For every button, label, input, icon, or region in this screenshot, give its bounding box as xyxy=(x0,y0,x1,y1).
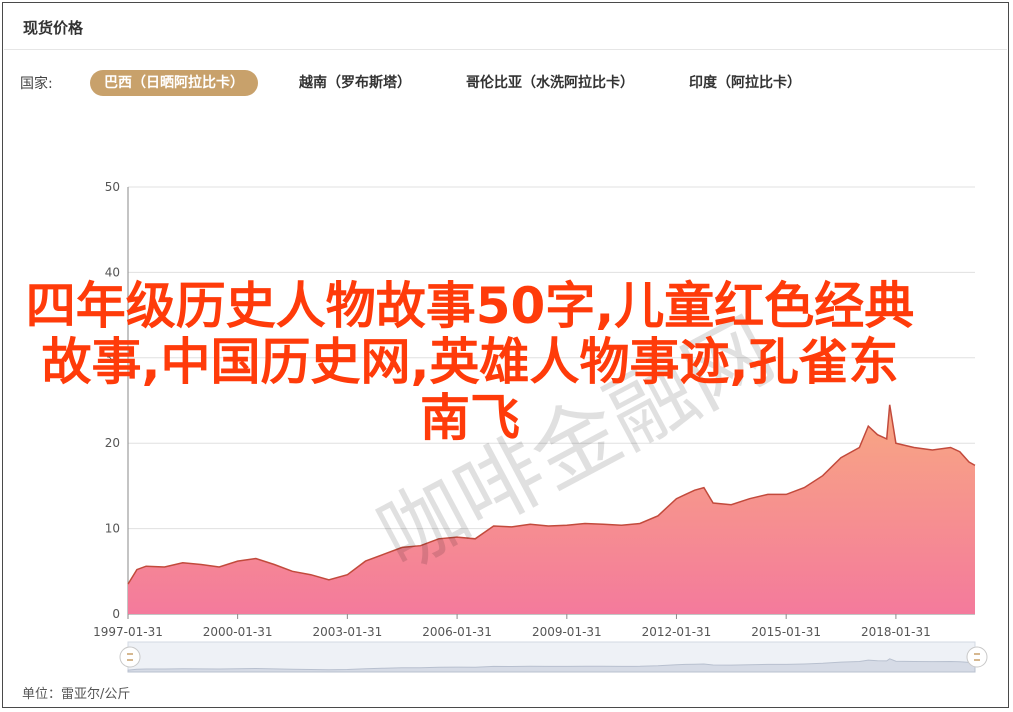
x-tick-label: 2006-01-31 xyxy=(422,625,492,639)
x-tick-label: 2018-01-31 xyxy=(861,625,931,639)
x-tick-label: 1997-01-31 xyxy=(93,625,163,639)
x-tick-label: 2003-01-31 xyxy=(312,625,382,639)
slider-handle-left[interactable] xyxy=(119,646,141,668)
x-tick-label: 2000-01-31 xyxy=(203,625,273,639)
y-tick-label: 10 xyxy=(105,522,120,536)
x-tick-label: 2012-01-31 xyxy=(642,625,712,639)
y-tick-label: 0 xyxy=(112,607,120,621)
overlay-headline: 四年级历史人物故事50字,儿童红色经典故事,中国历史网,英雄人物事迹,孔雀东南飞 xyxy=(25,277,915,447)
y-tick-label: 50 xyxy=(105,180,120,194)
unit-label: 单位：雷亚尔/公斤 xyxy=(22,687,131,702)
x-tick-label: 2009-01-31 xyxy=(532,625,602,639)
x-tick-label: 2015-01-31 xyxy=(751,625,821,639)
slider-handle-right[interactable] xyxy=(966,646,988,668)
x-axis: 1997-01-31 2000-01-31 2003-01-31 2006-01-31… xyxy=(93,614,931,639)
range-slider xyxy=(119,641,988,673)
